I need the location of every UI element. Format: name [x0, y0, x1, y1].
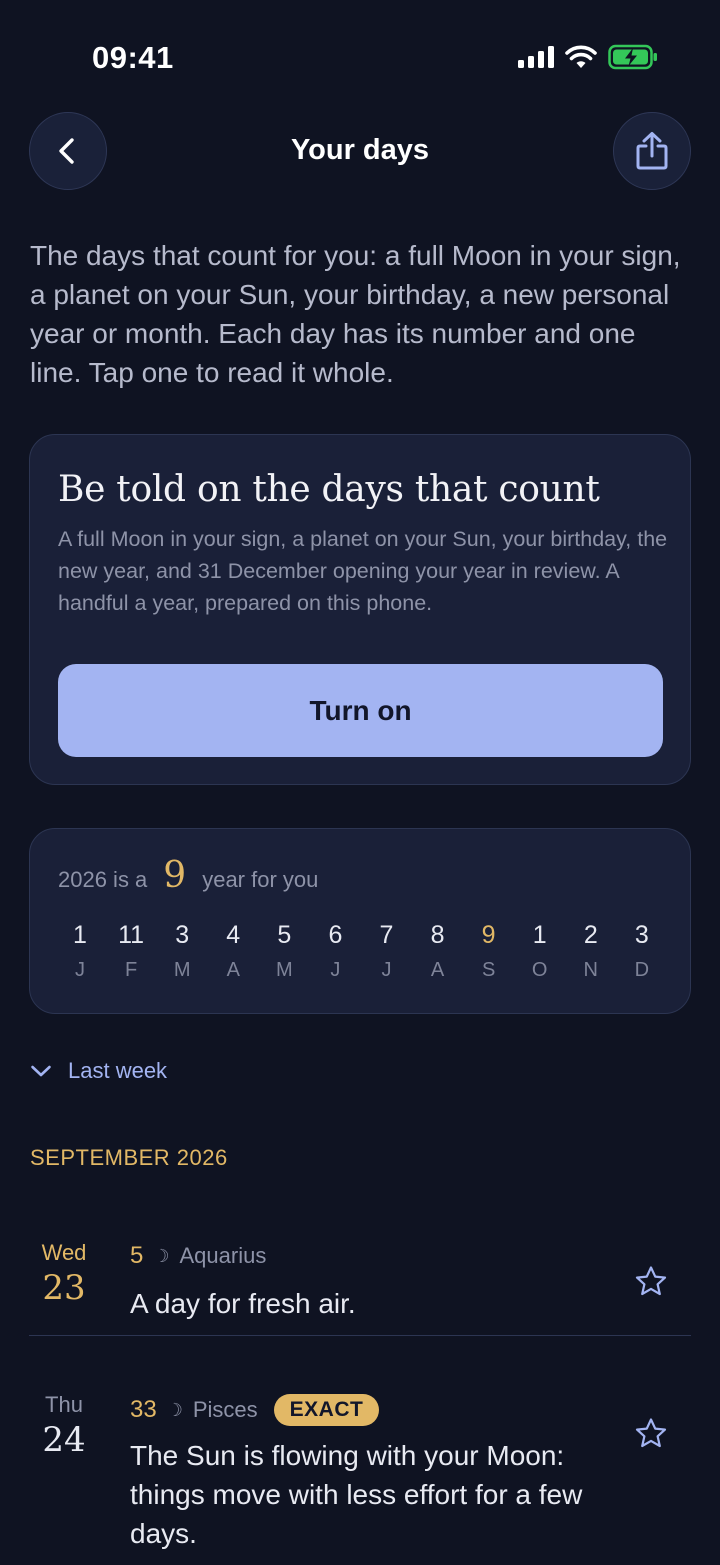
month-number: 5 [277, 921, 292, 949]
month-letter: A [430, 959, 445, 981]
month-number: 6 [328, 921, 343, 949]
month-item: 6J [313, 919, 357, 982]
month-section-header: SEPTEMBER 2026 [30, 1145, 228, 1170]
exact-badge: EXACT [273, 1394, 380, 1426]
personal-year-number: 9 [163, 855, 187, 896]
month-item: 3D [620, 919, 664, 982]
month-number-current: 9 [481, 921, 496, 949]
share-icon [636, 132, 668, 170]
day-number: 24 [42, 1420, 86, 1460]
month-letter: A [226, 959, 240, 981]
month-item-current: 9S [467, 919, 511, 982]
month-item: 1J [58, 919, 102, 982]
notification-card: Be told on the days that count A full Mo… [29, 434, 691, 785]
month-letter: S [481, 959, 496, 981]
star-icon[interactable] [633, 1416, 669, 1452]
battery-charging-icon [608, 44, 657, 70]
status-icons [518, 44, 658, 70]
month-item: 3M [160, 919, 204, 982]
month-number: 4 [226, 921, 241, 949]
personal-year-line: 2026 is a 9 year for you [58, 855, 318, 896]
day-weekday: Thu [45, 1392, 83, 1417]
last-week-label: Last week [68, 1058, 168, 1083]
day-personal-number: 5 [130, 1242, 144, 1269]
month-letter: J [330, 959, 341, 981]
day-row[interactable]: Wed 23 5 ☽ Aquarius A day for fresh air. [29, 1240, 691, 1336]
day-meta: 5 ☽ Aquarius [130, 1242, 266, 1270]
month-number: 1 [73, 921, 87, 949]
month-number: 7 [379, 921, 394, 949]
day-date: Thu 24 [29, 1392, 99, 1460]
star-icon[interactable] [633, 1264, 669, 1300]
month-number: 2 [583, 921, 598, 949]
month-number: 3 [634, 921, 649, 949]
personal-year-prefix: 2026 is a [58, 867, 148, 892]
moon-icon: ☽ [166, 1399, 183, 1420]
personal-year-suffix: year for you [202, 867, 319, 892]
personal-year-card[interactable]: 2026 is a 9 year for you 1J 11 F 3M 4A 5M… [29, 828, 691, 1014]
month-item: 4A [211, 919, 255, 982]
day-line: The Sun is flowing with your Moon: thing… [130, 1440, 583, 1549]
month-number: 3 [175, 921, 190, 949]
day-meta: 33 ☽ Pisces EXACT [130, 1394, 380, 1426]
month-number: 8 [430, 921, 445, 949]
month-item: 8A [416, 919, 460, 982]
notification-card-title: Be told on the days that count [58, 469, 600, 510]
month-item: 5M [262, 919, 306, 982]
moon-sign: Pisces [192, 1397, 258, 1422]
notification-card-body: A full Moon in your sign, a planet on yo… [58, 527, 668, 615]
month-number: 11 [118, 921, 145, 949]
month-letter: M [173, 959, 191, 981]
month-letter: D [634, 959, 650, 981]
chevron-down-icon [31, 1065, 51, 1077]
last-week-toggle[interactable]: Last week [30, 1058, 167, 1084]
month-letter: N [583, 959, 598, 981]
month-letter: M [275, 959, 293, 981]
intro-text: The days that count for you: a full Moon… [30, 240, 681, 388]
month-item: 7J [364, 919, 408, 982]
day-line: A day for fresh air. [130, 1288, 356, 1319]
month-letter: J [75, 959, 85, 981]
month-number: 1 [532, 921, 547, 949]
day-number: 23 [42, 1268, 86, 1308]
month-strip: 1J 11 F 3M 4A 5M 6J 7J 8A 9S 1O 2N 3D [58, 919, 664, 982]
screen: 09:41 Your days The days that count for … [0, 0, 720, 1565]
status-time: 09:41 [92, 40, 174, 75]
wifi-icon [565, 45, 597, 68]
month-letter: F [124, 959, 138, 981]
cellular-signal-icon [518, 46, 554, 68]
month-letter: J [381, 959, 392, 981]
turn-on-button[interactable]: Turn on [58, 664, 663, 757]
day-row[interactable]: Thu 24 33 ☽ Pisces EXACT The Sun is flow… [29, 1392, 691, 1565]
month-item: 11 F [109, 919, 153, 982]
month-letter: O [531, 959, 548, 981]
day-weekday: Wed [41, 1240, 87, 1265]
month-item: 2N [569, 919, 613, 982]
moon-sign: Aquarius [179, 1243, 267, 1268]
day-date: Wed 23 [29, 1240, 99, 1308]
day-personal-number: 33 [130, 1396, 157, 1423]
month-item: 1O [518, 919, 562, 982]
moon-icon: ☽ [153, 1245, 170, 1266]
page-title: Your days [290, 134, 430, 166]
share-button[interactable] [613, 112, 691, 190]
